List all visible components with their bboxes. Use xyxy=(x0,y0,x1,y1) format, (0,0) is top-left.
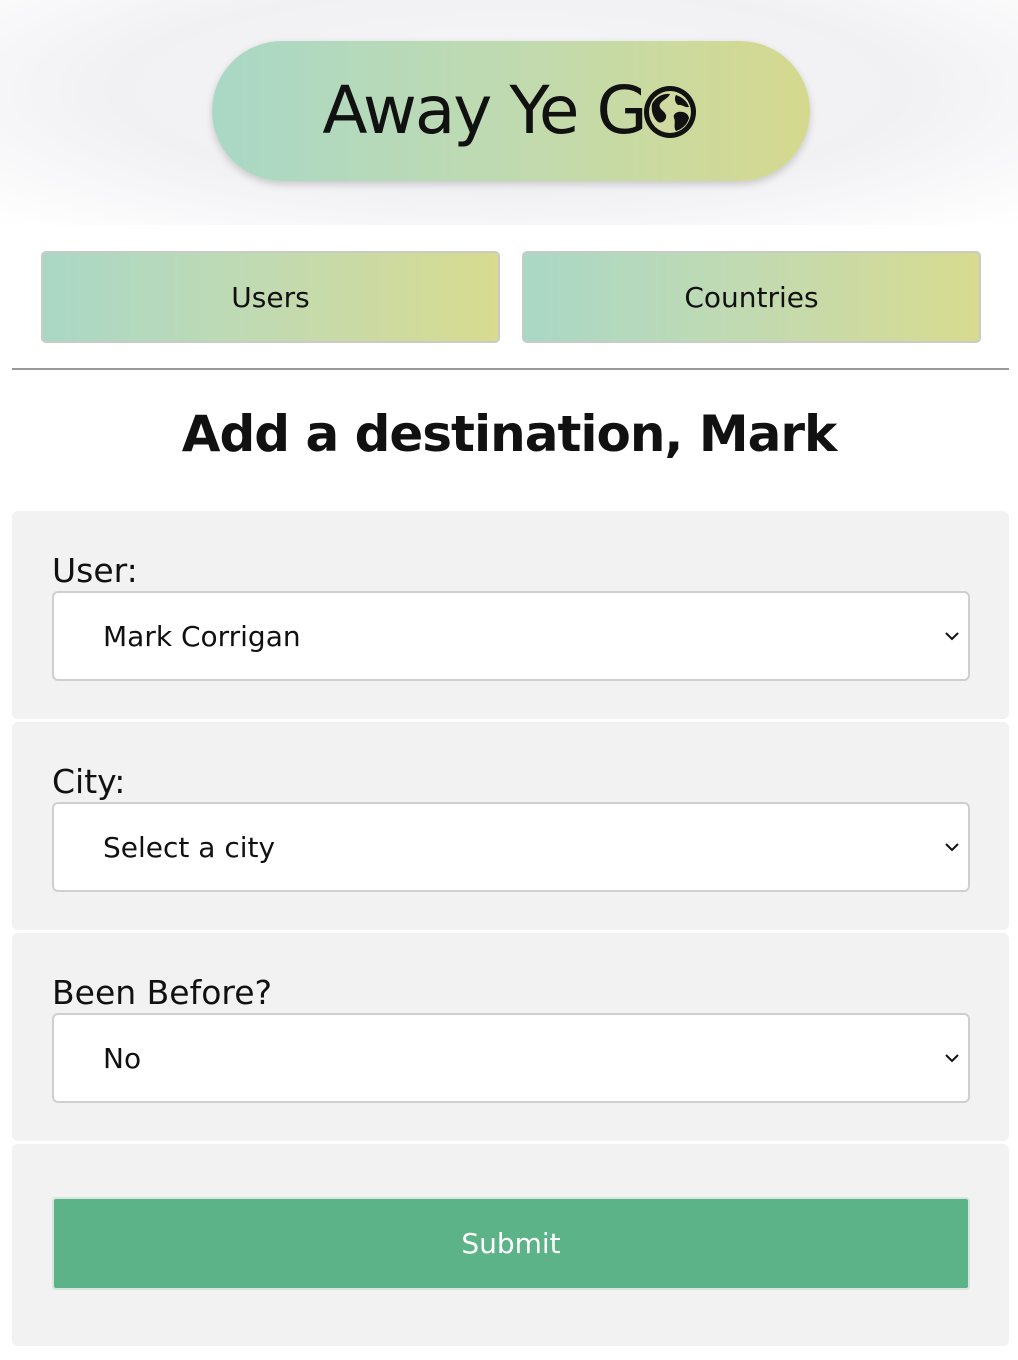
app-logo[interactable]: Away Ye G xyxy=(212,41,810,181)
submit-panel: Submit xyxy=(12,1144,1009,1346)
user-field-panel: User: Mark Corrigan xyxy=(12,511,1009,719)
chevron-down-icon xyxy=(945,632,959,641)
user-select-value: Mark Corrigan xyxy=(103,619,301,653)
been-before-field-panel: Been Before? No xyxy=(12,933,1009,1141)
been-before-label: Been Before? xyxy=(52,973,273,1012)
globe-icon xyxy=(643,86,696,138)
page-title: Add a destination, Mark xyxy=(181,405,837,463)
user-select[interactable]: Mark Corrigan xyxy=(52,591,970,681)
divider xyxy=(12,368,1009,370)
header: Away Ye G xyxy=(0,0,1018,225)
nav-countries-button[interactable]: Countries xyxy=(522,251,981,343)
chevron-down-icon xyxy=(945,1054,959,1063)
nav-users-button[interactable]: Users xyxy=(41,251,500,343)
logo-wordmark: Away Ye G xyxy=(322,78,699,144)
city-field-panel: City: Select a city xyxy=(12,722,1009,930)
logo-text: Away Ye G xyxy=(322,72,647,149)
been-before-select[interactable]: No xyxy=(52,1013,970,1103)
city-select[interactable]: Select a city xyxy=(52,802,970,892)
chevron-down-icon xyxy=(945,843,959,852)
been-before-select-value: No xyxy=(103,1041,142,1075)
submit-button[interactable]: Submit xyxy=(52,1197,970,1290)
city-select-value: Select a city xyxy=(103,830,276,864)
page: Away Ye G Users Countries Add a destinat… xyxy=(0,0,1018,1360)
user-label: User: xyxy=(52,551,138,590)
city-label: City: xyxy=(52,762,126,801)
